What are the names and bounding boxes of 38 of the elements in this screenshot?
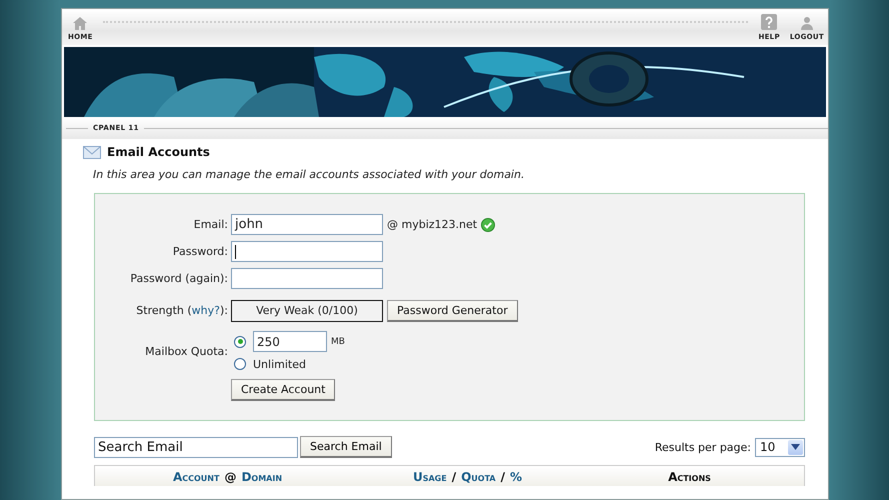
email-field[interactable]: john (231, 214, 383, 235)
password-again-field[interactable] (231, 268, 383, 289)
strength-meter: Very Weak (0/100) (231, 300, 383, 322)
unlimited-label: Unlimited (253, 358, 306, 370)
column-sort-link[interactable]: Quota (461, 470, 496, 484)
column-sort-link[interactable]: % (510, 470, 522, 484)
person-icon (800, 16, 814, 30)
column-header: / (500, 470, 505, 484)
column-sort-link[interactable]: Usage (412, 470, 447, 484)
email-label: Email: (192, 218, 228, 231)
domain-label: @ mybiz123.net (387, 218, 478, 231)
column-header: Actions (668, 470, 711, 484)
quota-label: Mailbox Quota: (144, 345, 228, 358)
results-per-page-label: Results per page: (654, 440, 751, 454)
column-header: / (452, 470, 456, 484)
password-again-label: Password (again): (129, 272, 228, 285)
unit-label: MB (331, 336, 345, 346)
section-description: In this area you can manage the email accounts associated with your domain. (93, 168, 526, 181)
radio-button[interactable] (234, 336, 246, 348)
column-sort-link[interactable]: Account (172, 470, 220, 484)
section-title: Email Accounts (107, 145, 210, 159)
search-field[interactable]: Search Email (94, 436, 298, 458)
column-sort-link[interactable]: Domain (241, 470, 282, 484)
create-account-button[interactable]: Create Account (231, 379, 336, 401)
quota-field[interactable]: 250 (253, 331, 327, 352)
password-field[interactable] (231, 241, 383, 262)
strength-label: Strength (why?): (135, 304, 228, 317)
why-link[interactable]: why? (192, 304, 220, 317)
column-header: @ (224, 470, 236, 484)
password-generator-button[interactable]: Password Generator (387, 300, 518, 322)
radio-button[interactable] (234, 358, 246, 370)
dropdown-icon (791, 444, 800, 450)
password-label: Password: (172, 245, 228, 258)
home-icon (73, 17, 88, 30)
help-icon (761, 14, 778, 30)
per-page-select[interactable]: 10 (755, 438, 805, 456)
search-button[interactable]: Search Email (300, 436, 392, 458)
envelope-icon (83, 146, 101, 158)
